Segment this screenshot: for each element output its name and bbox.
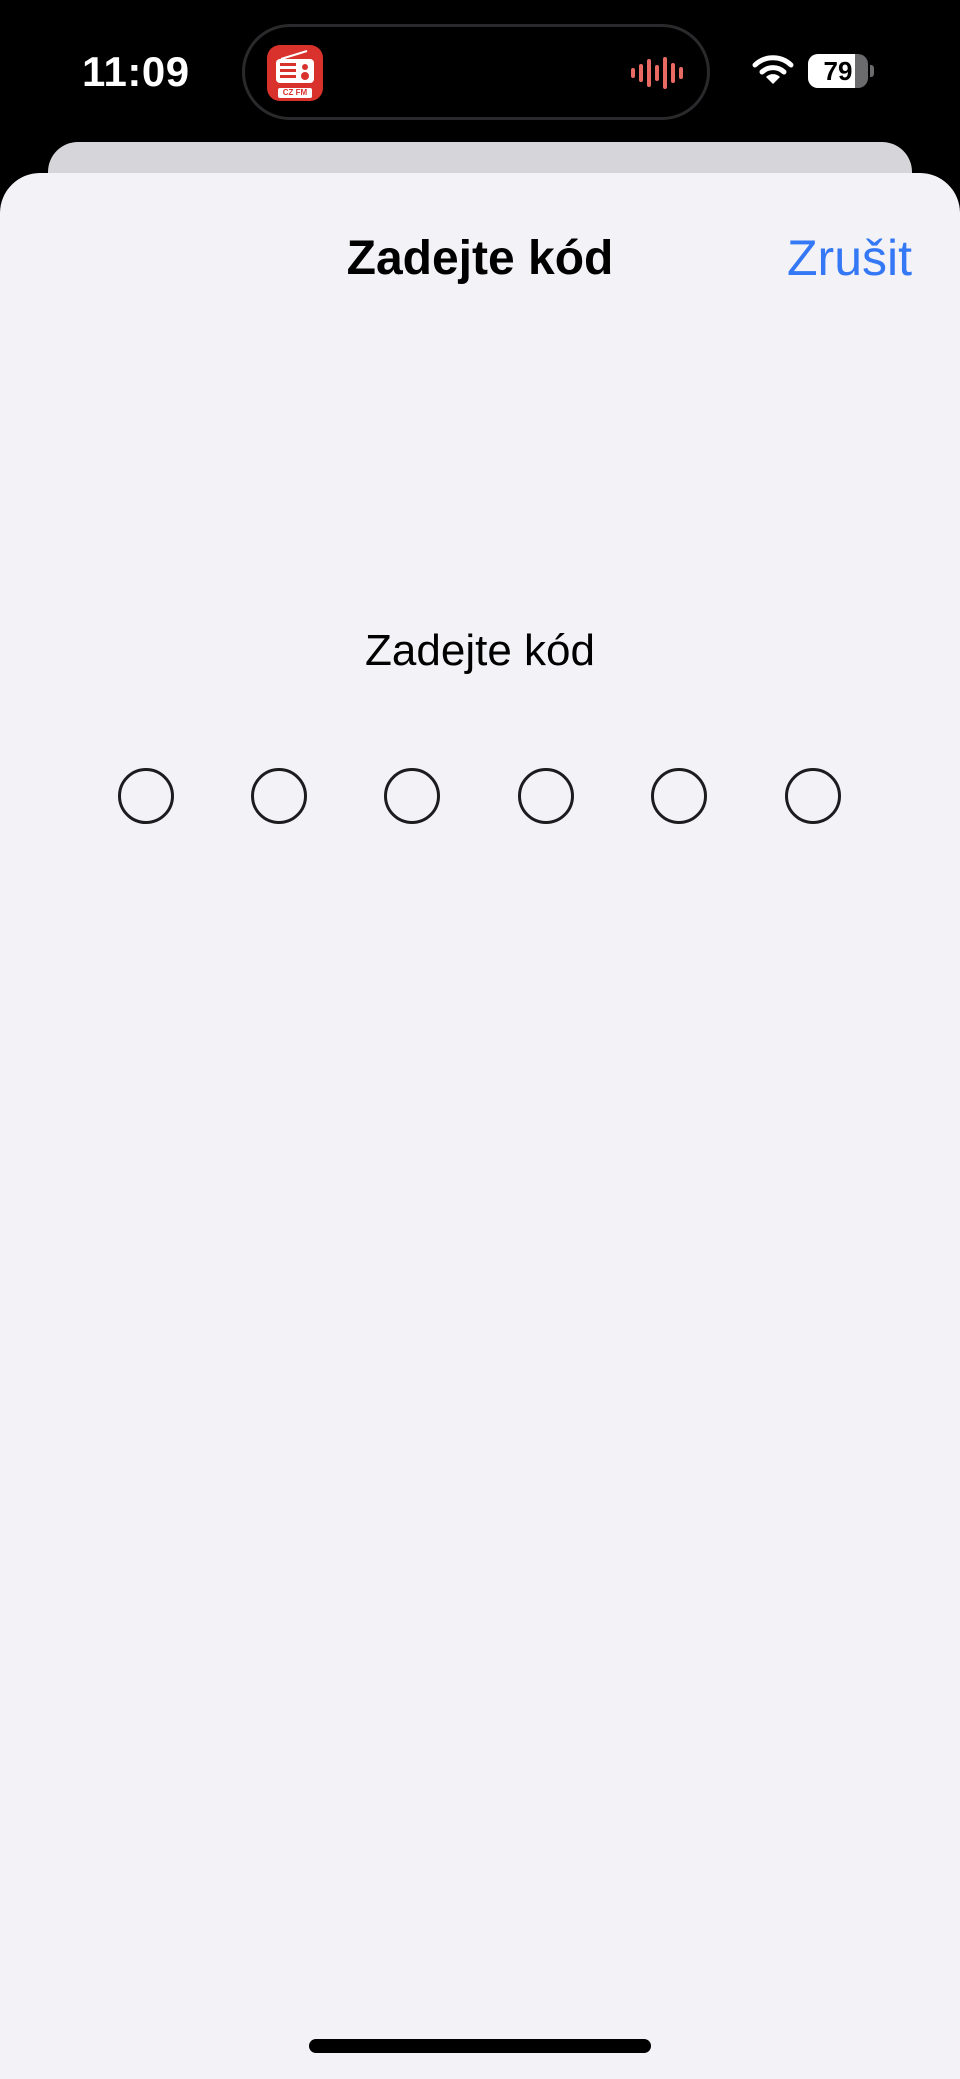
battery-indicator: 79 (808, 54, 874, 88)
cancel-button[interactable]: Zrušit (787, 228, 912, 288)
battery-body: 79 (808, 54, 868, 88)
battery-level: 79 (823, 56, 853, 86)
battery-cap (870, 65, 874, 77)
radio-app-icon[interactable]: CZ FM (267, 45, 323, 101)
status-time: 11:09 (82, 48, 190, 95)
wifi-icon (752, 55, 794, 84)
dynamic-island[interactable]: CZ FM (242, 24, 710, 120)
app-caption: CZ FM (278, 88, 312, 98)
audio-waveform-icon (631, 57, 683, 89)
screen: 11:09 CZ FM 79 Zadejte kód Zrušit Zadejt… (0, 0, 960, 2079)
home-indicator[interactable] (309, 2039, 651, 2053)
passcode-prompt: Zadejte kód (365, 626, 595, 675)
passcode-sheet: Zadejte kód Zrušit Zadejte kód (0, 173, 960, 2079)
